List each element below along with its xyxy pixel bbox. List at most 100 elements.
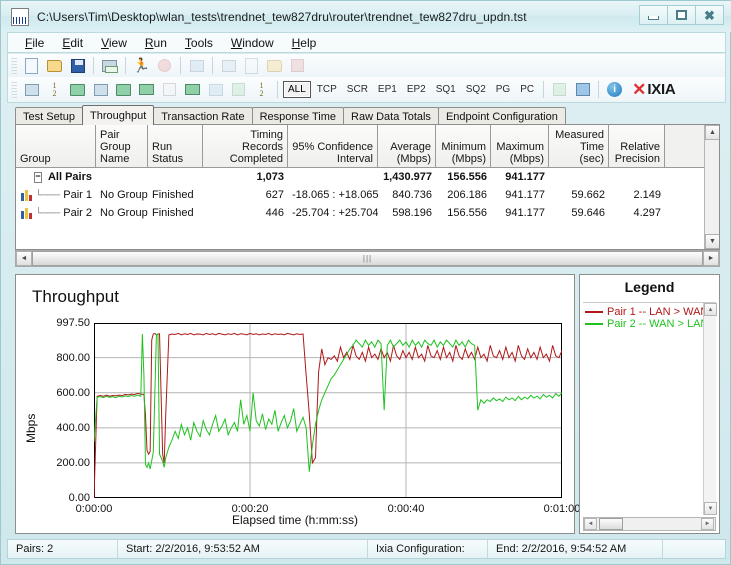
table-header-group[interactable]: Group xyxy=(16,125,96,167)
table-header-relative-precision[interactable]: Relative Precision xyxy=(609,125,665,167)
table-header-95-confidence-interval[interactable]: 95% Confidence Interval xyxy=(288,125,378,167)
tab-test-setup[interactable]: Test Setup xyxy=(15,107,83,125)
export-icon[interactable] xyxy=(572,80,593,100)
copy-pair-icon xyxy=(241,56,262,76)
status-bar: Pairs: 2 Start: 2/2/2016, 9:53:52 AM Ixi… xyxy=(7,539,726,559)
x-tick-label: 0:00:00 xyxy=(75,503,113,515)
tree-connector-icon: └─── xyxy=(34,207,60,219)
video-multicast-icon[interactable] xyxy=(136,80,157,100)
hardware-pair-icon[interactable] xyxy=(90,80,111,100)
table-horizontal-scrollbar[interactable]: ◄ ||| ► xyxy=(15,250,720,267)
menu-label-run: un xyxy=(153,35,167,50)
table-vertical-scrollbar[interactable]: ▲ ▼ xyxy=(704,125,719,249)
vo-video-pair-icon[interactable] xyxy=(182,80,203,100)
cell-run-status: Finished xyxy=(152,207,194,219)
legend-vertical-scrollbar[interactable]: ▲ ▼ xyxy=(703,303,717,515)
minimize-button[interactable] xyxy=(639,5,668,25)
table-row[interactable]: − All Pairs 1,073 1,430.977 156.556 941.177 xyxy=(16,168,719,186)
legend-hscroll-thumb[interactable] xyxy=(599,518,623,530)
filter-pg-button[interactable]: PG xyxy=(492,82,514,97)
pair-chart-icon[interactable] xyxy=(20,189,32,201)
tab-raw-data-totals[interactable]: Raw Data Totals xyxy=(343,107,439,125)
filter-ep2-button[interactable]: EP2 xyxy=(403,82,430,97)
table-header-timing-records-completed[interactable]: Timing Records Completed xyxy=(203,125,288,167)
cell-pair-group-name: No Group xyxy=(100,189,148,201)
menu-item-edit[interactable]: Edit xyxy=(53,34,92,52)
toolbar-separator xyxy=(277,81,278,98)
video-pair-icon[interactable] xyxy=(113,80,134,100)
pair-order-icon[interactable]: 12 xyxy=(251,80,272,100)
new-document-icon[interactable] xyxy=(21,56,42,76)
filter-sq1-button[interactable]: SQ1 xyxy=(432,82,460,97)
legend-scroll-left-icon[interactable]: ◄ xyxy=(584,518,597,530)
filter-tcp-button[interactable]: TCP xyxy=(313,82,341,97)
hscroll-track[interactable]: ||| xyxy=(32,251,703,266)
legend-scroll-down-icon[interactable]: ▼ xyxy=(704,502,717,515)
open-folder-icon[interactable] xyxy=(44,56,65,76)
hscroll-left-arrow-icon[interactable]: ◄ xyxy=(16,251,32,266)
toolbar-grip[interactable] xyxy=(11,57,17,74)
table-header-maximum-mbps[interactable]: Maximum (Mbps) xyxy=(491,125,549,167)
info-glyph: i xyxy=(607,82,623,97)
print-icon[interactable] xyxy=(99,56,120,76)
endpoint-pair-icon[interactable] xyxy=(21,80,42,100)
legend-item-pair2[interactable]: Pair 2 -- WAN > LAN xyxy=(583,318,716,330)
save-icon[interactable] xyxy=(67,56,88,76)
filter-scr-button[interactable]: SCR xyxy=(343,82,372,97)
tab-throughput[interactable]: Throughput xyxy=(81,105,155,125)
table-header-measured-time-sec[interactable]: Measured Time (sec) xyxy=(549,125,609,167)
info-icon[interactable]: i xyxy=(604,80,625,100)
cell-group: └─── Pair 1 xyxy=(16,189,96,201)
chart-plot-area[interactable] xyxy=(94,323,562,498)
group-expander-icon[interactable]: − xyxy=(34,171,42,183)
close-button[interactable]: ✖ xyxy=(695,5,724,25)
pair-chart-icon[interactable] xyxy=(20,207,32,219)
cell-minimum: 206.186 xyxy=(447,189,487,201)
menu-item-file[interactable]: File xyxy=(16,34,53,52)
menu-item-window[interactable]: Window xyxy=(222,34,283,52)
cell-timing-records: 1,073 xyxy=(256,171,284,183)
tab-transaction-rate[interactable]: Transaction Rate xyxy=(153,107,253,125)
cell-run-status: Finished xyxy=(152,189,194,201)
menu-item-run[interactable]: Run xyxy=(136,34,176,52)
menu-item-help[interactable]: Help xyxy=(283,34,326,52)
scroll-up-arrow-icon[interactable]: ▲ xyxy=(705,125,719,140)
legend-swatch-pair1 xyxy=(585,311,603,313)
header-line-2: Group xyxy=(20,153,51,165)
cell-group: └─── Pair 2 xyxy=(16,207,96,219)
run-test-icon[interactable]: 🏃 xyxy=(131,56,152,76)
header-line-2: Interval xyxy=(336,153,373,165)
menu-item-tools[interactable]: Tools xyxy=(176,34,222,52)
legend-scroll-up-icon[interactable]: ▲ xyxy=(704,303,717,316)
hscroll-right-arrow-icon[interactable]: ► xyxy=(703,251,719,266)
filter-ep1-button[interactable]: EP1 xyxy=(374,82,401,97)
tab-response-time[interactable]: Response Time xyxy=(251,107,345,125)
table-header-average-mbps[interactable]: Average (Mbps) xyxy=(378,125,436,167)
filter-all-button[interactable]: ALL xyxy=(283,81,311,98)
hscroll-thumb[interactable]: ||| xyxy=(32,251,703,266)
legend-item-pair1[interactable]: Pair 1 -- LAN > WAN xyxy=(583,306,716,318)
table-header-minimum-mbps[interactable]: Minimum (Mbps) xyxy=(436,125,491,167)
table-row[interactable]: └─── Pair 2 No Group Finished 446 -25.704 : +… xyxy=(16,204,719,222)
legend-horizontal-scrollbar[interactable]: ◄ ► xyxy=(583,517,716,531)
header-line-1: Pair Group xyxy=(100,129,131,153)
maximize-button[interactable] xyxy=(667,5,696,25)
voip-pair-icon[interactable] xyxy=(67,80,88,100)
menu-item-view[interactable]: View xyxy=(92,34,136,52)
status-spacer xyxy=(663,540,725,558)
table-header-run-status[interactable]: Run Status xyxy=(148,125,203,167)
legend-scroll-right-icon[interactable]: ► xyxy=(701,518,714,530)
filter-pc-button[interactable]: PC xyxy=(516,82,538,97)
header-line-1: Maximum xyxy=(496,141,544,153)
toolbar-grip[interactable] xyxy=(11,81,17,98)
header-line-2: (Mbps) xyxy=(396,153,431,165)
multicast-pair-icon[interactable]: 12 xyxy=(44,80,65,100)
tab-endpoint-configuration[interactable]: Endpoint Configuration xyxy=(437,107,566,125)
header-line-2: Run Status xyxy=(152,141,184,165)
table-header-pair-group-name[interactable]: Pair Group Name xyxy=(96,125,148,167)
header-line-1: Minimum xyxy=(441,141,486,153)
filter-sq2-button[interactable]: SQ2 xyxy=(462,82,490,97)
table-row[interactable]: └─── Pair 1 No Group Finished 627 -18.065 : +… xyxy=(16,186,719,204)
scroll-down-arrow-icon[interactable]: ▼ xyxy=(705,234,719,249)
cell-average: 840.736 xyxy=(392,189,432,201)
